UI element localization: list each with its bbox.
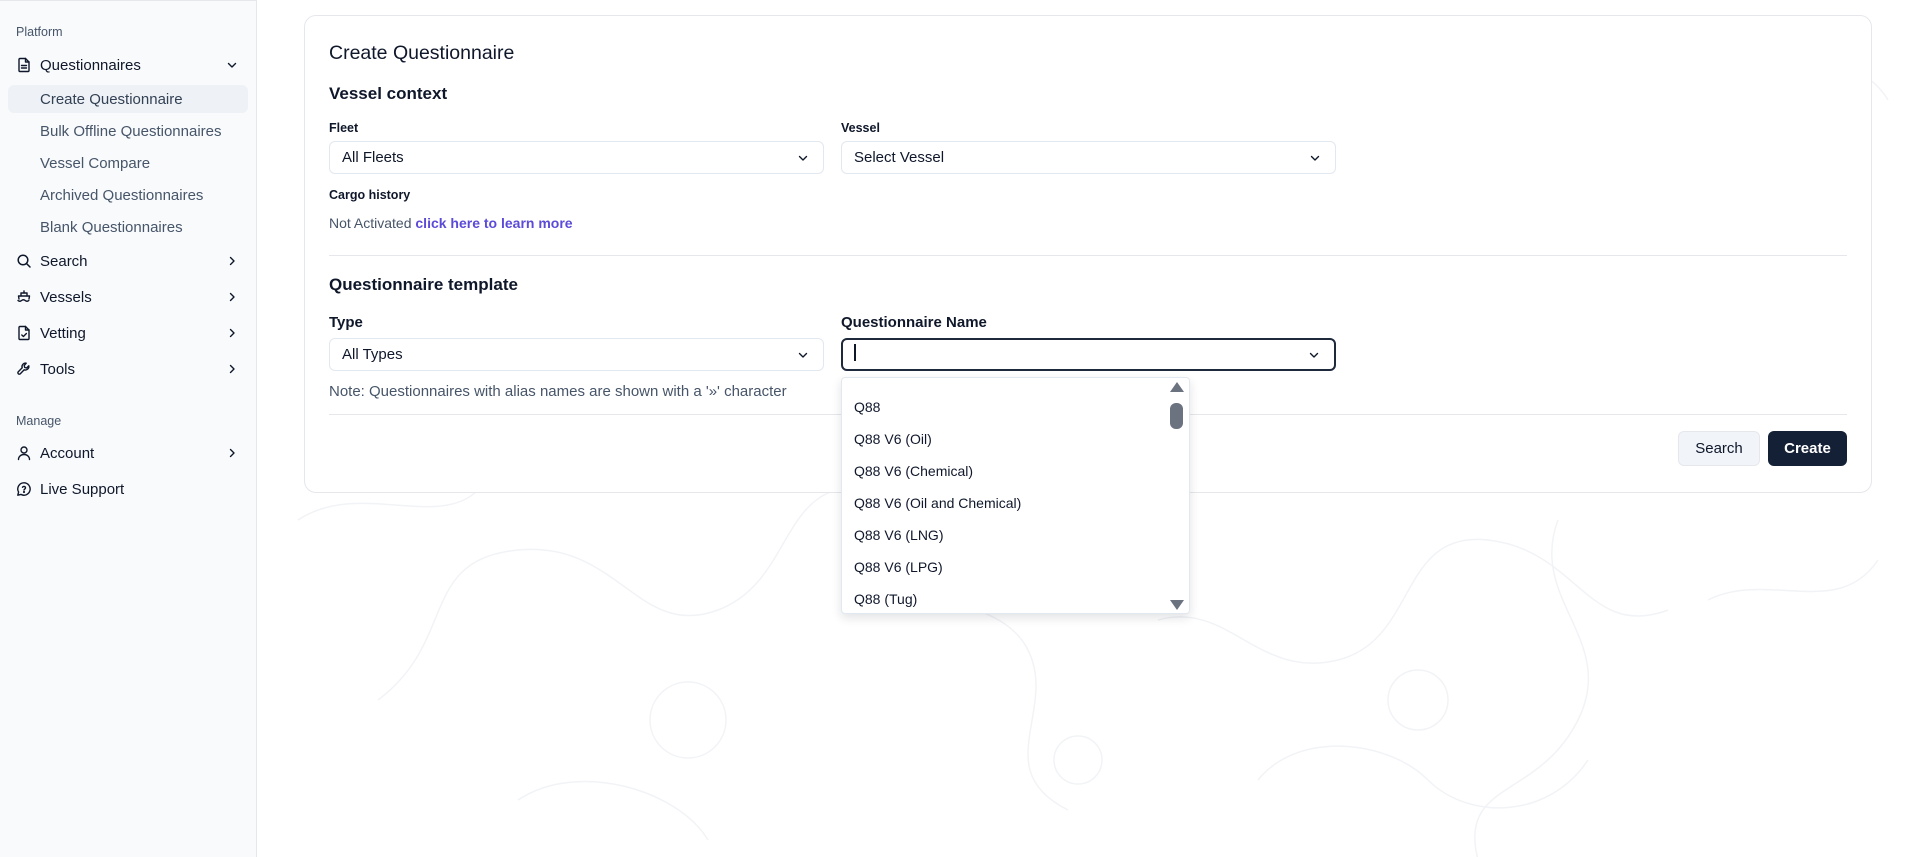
section-divider (329, 255, 1847, 256)
search-button[interactable]: Search (1678, 431, 1760, 466)
chevron-down-icon (1307, 150, 1323, 166)
chevron-right-icon (224, 445, 240, 461)
questionnaire-name-combobox[interactable] (841, 338, 1336, 371)
questionnaire-template-heading: Questionnaire template (329, 275, 518, 294)
cargo-status-text: Not Activated (329, 215, 412, 231)
sidebar-item-questionnaires[interactable]: Questionnaires (8, 50, 248, 80)
sidebar-item-label: Vessels (40, 288, 92, 306)
chevron-down-icon (1306, 347, 1322, 363)
alias-note: Note: Questionnaires with alias names ar… (329, 383, 787, 400)
dropdown-option[interactable]: Q88 V6 (Oil and Chemical) (854, 491, 1021, 515)
questionnaire-name-label: Questionnaire Name (841, 314, 987, 331)
dropdown-option[interactable]: Q88 V6 (LPG) (854, 555, 943, 579)
type-select-value: All Types (342, 346, 403, 363)
chat-help-icon (16, 481, 32, 497)
sidebar-subitem-bulk-offline[interactable]: Bulk Offline Questionnaires (8, 117, 248, 145)
dropdown-option[interactable]: Q88 V6 (Chemical) (854, 459, 973, 483)
search-icon (16, 253, 32, 269)
sidebar-subitem-create-questionnaire[interactable]: Create Questionnaire (8, 85, 248, 113)
sidebar-item-vetting[interactable]: Vetting (8, 318, 248, 348)
page-title: Create Questionnaire (329, 42, 515, 64)
questionnaire-name-dropdown: Q88 Q88 V6 (Oil) Q88 V6 (Chemical) Q88 V… (841, 377, 1190, 614)
vessel-label: Vessel (841, 121, 880, 135)
chevron-right-icon (224, 289, 240, 305)
scroll-up-arrow-icon[interactable] (1170, 382, 1184, 392)
fleet-select-value: All Fleets (342, 149, 404, 166)
sidebar-subitem-blank[interactable]: Blank Questionnaires (8, 213, 248, 241)
sidebar-item-live-support[interactable]: Live Support (8, 474, 248, 504)
sidebar-item-label: Vetting (40, 324, 86, 342)
chevron-down-icon (795, 347, 811, 363)
dropdown-option[interactable]: Q88 (Tug) (854, 587, 917, 611)
fleet-label: Fleet (329, 121, 359, 135)
sidebar-item-tools[interactable]: Tools (8, 354, 248, 384)
dropdown-option[interactable]: Q88 V6 (Oil) (854, 427, 932, 451)
vessel-context-heading: Vessel context (329, 84, 448, 103)
create-button[interactable]: Create (1768, 431, 1847, 466)
wrench-icon (16, 361, 32, 377)
sidebar-subitem-vessel-compare[interactable]: Vessel Compare (8, 149, 248, 177)
ship-icon (16, 289, 32, 305)
sidebar-item-label: Live Support (40, 480, 125, 498)
sidebar-item-vessels[interactable]: Vessels (8, 282, 248, 312)
platform-section-label: Platform (16, 25, 63, 39)
user-icon (16, 445, 32, 461)
dropdown-scrollbar[interactable] (1165, 378, 1189, 613)
scrollbar-thumb[interactable] (1170, 403, 1183, 429)
fleet-select[interactable]: All Fleets (329, 141, 824, 174)
chevron-right-icon (224, 253, 240, 269)
vessel-select[interactable]: Select Vessel (841, 141, 1336, 174)
chevron-down-icon (224, 57, 240, 73)
manage-section-label: Manage (16, 414, 62, 428)
cargo-history-label: Cargo history (329, 188, 411, 202)
text-cursor (854, 344, 856, 361)
chevron-down-icon (795, 150, 811, 166)
sidebar-subitem-archived[interactable]: Archived Questionnaires (8, 181, 248, 209)
sidebar-item-label: Search (40, 252, 88, 270)
vessel-select-value: Select Vessel (854, 149, 945, 166)
cargo-learn-more-link[interactable]: click here to learn more (415, 215, 572, 231)
cargo-history-status: Not Activated click here to learn more (329, 215, 573, 231)
scroll-down-arrow-icon[interactable] (1170, 600, 1184, 610)
sidebar-item-label: Account (40, 444, 95, 462)
file-check-icon (16, 325, 32, 341)
type-label: Type (329, 314, 363, 331)
chevron-right-icon (224, 361, 240, 377)
sidebar-item-label: Questionnaires (40, 56, 141, 74)
dropdown-option[interactable]: Q88 V6 (LNG) (854, 523, 943, 547)
file-text-icon (16, 57, 32, 73)
sidebar-item-label: Tools (40, 360, 76, 378)
sidebar: Platform Questionnaires Create Questionn… (0, 0, 257, 857)
type-select[interactable]: All Types (329, 338, 824, 371)
questionnaire-name-input[interactable] (854, 344, 1306, 365)
sidebar-item-account[interactable]: Account (8, 438, 248, 468)
sidebar-item-search[interactable]: Search (8, 246, 248, 276)
sidebar-top-divider (0, 0, 257, 1)
chevron-right-icon (224, 325, 240, 341)
dropdown-option[interactable]: Q88 (854, 395, 880, 419)
